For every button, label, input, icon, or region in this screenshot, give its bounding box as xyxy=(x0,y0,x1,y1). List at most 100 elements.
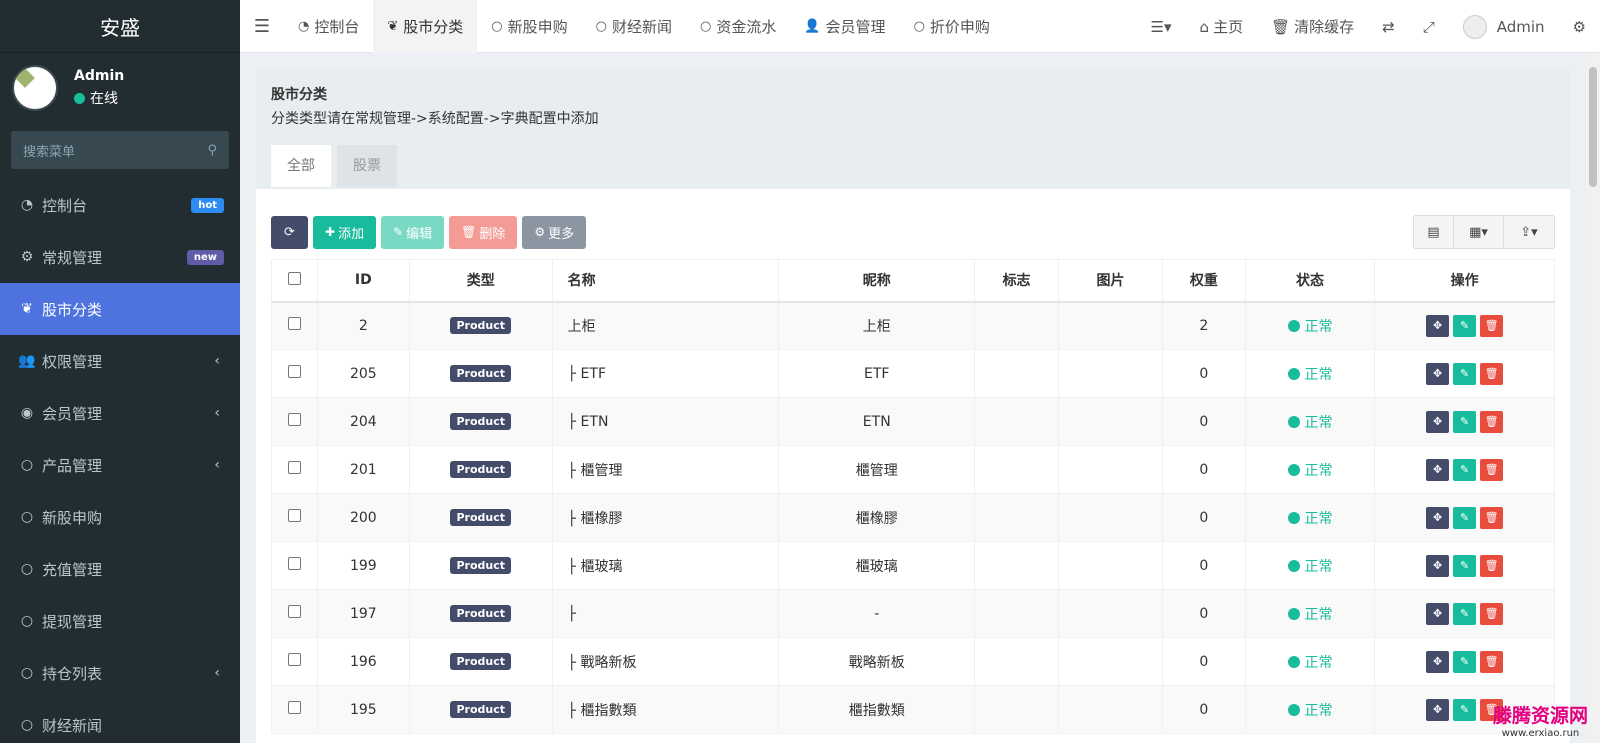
delete-trash-icon[interactable]: 🗑 xyxy=(1480,458,1504,481)
edit-button[interactable]: ✎ 编辑 xyxy=(381,215,445,249)
sidebar-item-0[interactable]: ◔ 控制台 hot xyxy=(0,179,240,231)
clear-cache-link[interactable]: 🗑 清除缓存 xyxy=(1257,16,1368,37)
row-checkbox[interactable] xyxy=(271,541,318,590)
drag-move-icon[interactable]: ✥ xyxy=(1426,506,1450,529)
delete-trash-icon[interactable]: 🗑 xyxy=(1480,506,1504,529)
header-image[interactable]: 图片 xyxy=(1057,259,1164,303)
sidebar-item-7[interactable]: ○ 充值管理 xyxy=(0,543,240,595)
sidebar-item-5[interactable]: ○ 产品管理 ‹ xyxy=(0,439,240,491)
edit-pencil-icon[interactable]: ✎ xyxy=(1453,602,1477,625)
delete-trash-icon[interactable]: 🗑 xyxy=(1480,554,1504,577)
circle-icon: ○ xyxy=(700,18,712,34)
tab-all[interactable]: 全部 xyxy=(271,145,331,187)
admin-menu[interactable]: Admin xyxy=(1449,14,1559,39)
list-dropdown-icon[interactable]: ☰▾ xyxy=(1137,18,1186,36)
brand-logo[interactable]: 安盛 xyxy=(0,0,240,53)
sidebar-item-4[interactable]: ◉ 会员管理 ‹ xyxy=(0,387,240,439)
hamburger-menu-icon[interactable]: ☰ xyxy=(240,16,284,37)
edit-pencil-icon[interactable]: ✎ xyxy=(1453,410,1477,433)
drag-move-icon[interactable]: ✥ xyxy=(1426,650,1450,673)
export-dropdown-icon[interactable]: ⇪▾ xyxy=(1504,216,1554,248)
table-row[interactable]: 200 Product ├ 櫃橡膠 櫃橡膠 0 正常 ✥ ✎ 🗑 xyxy=(271,493,1555,542)
page-scrollbar[interactable] xyxy=(1586,53,1600,743)
more-button[interactable]: ⚙ 更多 xyxy=(522,215,587,249)
sidebar-item-9[interactable]: ○ 持仓列表 ‹ xyxy=(0,647,240,699)
add-button[interactable]: ✚ 添加 xyxy=(313,215,377,249)
table-row[interactable]: 199 Product ├ 櫃玻璃 櫃玻璃 0 正常 ✥ ✎ 🗑 xyxy=(271,541,1555,590)
more-label: 更多 xyxy=(548,226,575,242)
columns-dropdown-icon[interactable]: ▦▾ xyxy=(1454,216,1504,248)
table-row[interactable]: 201 Product ├ 櫃管理 櫃管理 0 正常 ✥ ✎ 🗑 xyxy=(271,445,1555,494)
delete-trash-icon[interactable]: 🗑 xyxy=(1480,602,1504,625)
top-tab-5[interactable]: 👤 会员管理 xyxy=(790,0,899,53)
search-input[interactable]: 搜索菜单 ⚲ xyxy=(11,131,229,169)
drag-move-icon[interactable]: ✥ xyxy=(1426,554,1450,577)
cell-nickname: ETF xyxy=(778,349,976,398)
drag-move-icon[interactable]: ✥ xyxy=(1426,410,1450,433)
table-row[interactable]: 205 Product ├ ETF ETF 0 正常 ✥ ✎ 🗑 xyxy=(271,349,1555,398)
drag-move-icon[interactable]: ✥ xyxy=(1426,602,1450,625)
search-icon[interactable]: ⚲ xyxy=(207,143,217,158)
scrollbar-thumb[interactable] xyxy=(1589,67,1597,187)
sidebar-item-3[interactable]: 👥 权限管理 ‹ xyxy=(0,335,240,387)
delete-trash-icon[interactable]: 🗑 xyxy=(1480,410,1504,433)
top-tab-1[interactable]: ❦ 股市分类 xyxy=(373,0,478,53)
fullscreen-icon[interactable]: ⤢ xyxy=(1409,18,1449,36)
table-row[interactable]: 195 Product ├ 櫃指數類 櫃指數類 0 正常 ✥ ✎ 🗑 xyxy=(271,685,1555,734)
top-tab-0[interactable]: ◔ 控制台 xyxy=(284,0,373,53)
top-tab-2[interactable]: ○ 新股申购 xyxy=(477,0,581,53)
row-checkbox[interactable] xyxy=(271,397,318,446)
header-flag[interactable]: 标志 xyxy=(974,259,1059,303)
row-checkbox[interactable] xyxy=(271,445,318,494)
sidebar-item-2[interactable]: ❦ 股市分类 xyxy=(0,283,240,335)
edit-pencil-icon[interactable]: ✎ xyxy=(1453,506,1477,529)
header-status[interactable]: 状态 xyxy=(1244,259,1376,303)
top-tab-4[interactable]: ○ 资金流水 xyxy=(686,0,790,53)
sidebar-item-1[interactable]: ⚙ 常规管理 new xyxy=(0,231,240,283)
table-row[interactable]: 204 Product ├ ETN ETN 0 正常 ✥ ✎ 🗑 xyxy=(271,397,1555,446)
row-checkbox[interactable] xyxy=(271,685,318,734)
drag-move-icon[interactable]: ✥ xyxy=(1426,314,1450,337)
header-nickname[interactable]: 昵称 xyxy=(778,259,976,303)
delete-trash-icon[interactable]: 🗑 xyxy=(1480,314,1504,337)
header-weight[interactable]: 权重 xyxy=(1162,259,1246,303)
drag-move-icon[interactable]: ✥ xyxy=(1426,362,1450,385)
delete-trash-icon[interactable]: 🗑 xyxy=(1480,362,1504,385)
tab-stock[interactable]: 股票 xyxy=(337,145,397,187)
header-id[interactable]: ID xyxy=(316,259,410,303)
table-row[interactable]: 197 Product ├ - 0 正常 ✥ ✎ 🗑 xyxy=(271,589,1555,638)
table-row[interactable]: 196 Product ├ 戰略新板 戰略新板 0 正常 ✥ ✎ 🗑 xyxy=(271,637,1555,686)
edit-pencil-icon[interactable]: ✎ xyxy=(1453,458,1477,481)
edit-pencil-icon[interactable]: ✎ xyxy=(1453,698,1477,721)
toggle-view-icon[interactable]: ▤ xyxy=(1414,216,1454,248)
edit-pencil-icon[interactable]: ✎ xyxy=(1453,554,1477,577)
drag-move-icon[interactable]: ✥ xyxy=(1426,458,1450,481)
translate-icon[interactable]: ⇄ xyxy=(1368,18,1409,36)
top-tab-6[interactable]: ○ 折价申购 xyxy=(900,0,1004,53)
header-type[interactable]: 类型 xyxy=(408,259,553,303)
row-checkbox[interactable] xyxy=(271,301,318,350)
home-link[interactable]: ⌂ 主页 xyxy=(1186,16,1258,37)
refresh-button[interactable]: ⟳ xyxy=(271,215,308,249)
edit-pencil-icon[interactable]: ✎ xyxy=(1453,314,1477,337)
header-name[interactable]: 名称 xyxy=(551,259,780,303)
edit-pencil-icon[interactable]: ✎ xyxy=(1453,650,1477,673)
edit-pencil-icon[interactable]: ✎ xyxy=(1453,362,1477,385)
sidebar-item-10[interactable]: ○ 财经新闻 xyxy=(0,699,240,743)
cell-type: Product xyxy=(408,493,553,542)
drag-move-icon[interactable]: ✥ xyxy=(1426,698,1450,721)
table-row[interactable]: 2 Product 上柜 上柜 2 正常 ✥ ✎ 🗑 xyxy=(271,301,1555,350)
settings-gear-icon[interactable]: ⚙ xyxy=(1559,18,1600,36)
sidebar-item-label: 新股申购 xyxy=(42,508,103,527)
sidebar-item-6[interactable]: ○ 新股申购 xyxy=(0,491,240,543)
row-checkbox[interactable] xyxy=(271,637,318,686)
delete-button[interactable]: 🗑 删除 xyxy=(449,215,518,249)
select-all-checkbox[interactable] xyxy=(271,259,318,303)
sidebar-item-8[interactable]: ○ 提现管理 xyxy=(0,595,240,647)
delete-trash-icon[interactable]: 🗑 xyxy=(1480,650,1504,673)
row-checkbox[interactable] xyxy=(271,349,318,398)
row-checkbox[interactable] xyxy=(271,589,318,638)
top-tab-3[interactable]: ○ 财经新闻 xyxy=(582,0,686,53)
circle-icon: ○ xyxy=(20,665,34,681)
row-checkbox[interactable] xyxy=(271,493,318,542)
